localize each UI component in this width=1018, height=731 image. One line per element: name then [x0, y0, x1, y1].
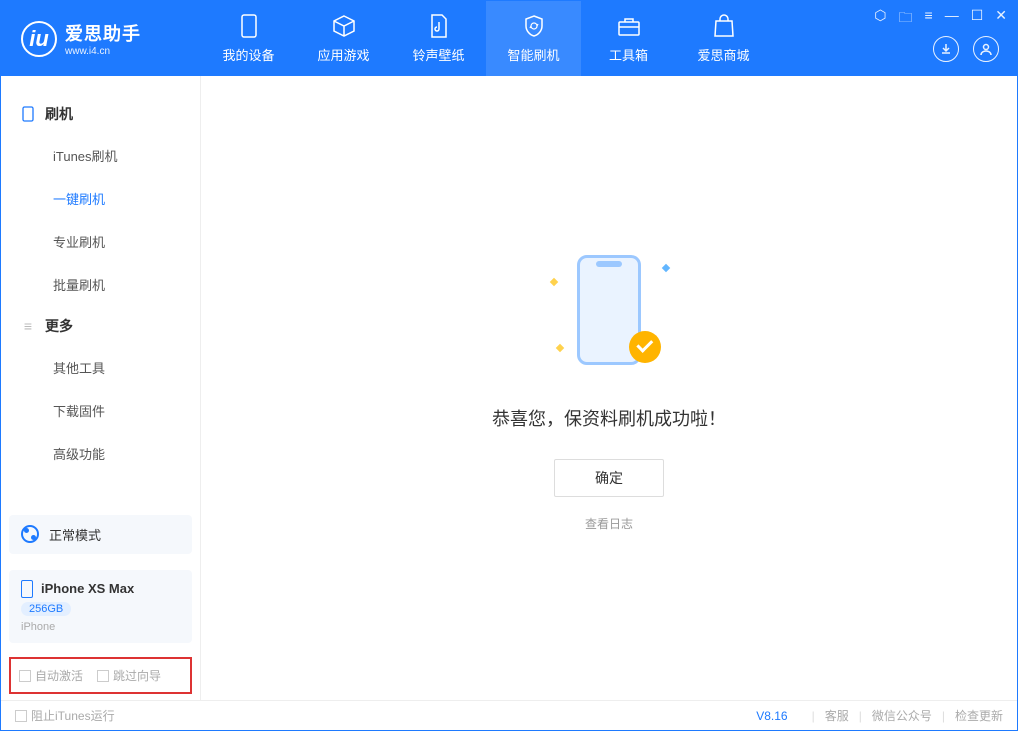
window-controls: ⬡ 🗀 ≡ — ☐ ✕ [874, 7, 1007, 31]
shield-sync-icon [521, 13, 547, 39]
header: iu 爱思助手 www.i4.cn 我的设备 应用游戏 铃声壁纸 智能刷机 工具… [1, 1, 1017, 76]
shirt-icon[interactable]: ⬡ [874, 7, 886, 31]
tab-label: 我的设备 [222, 45, 274, 64]
phone-icon [236, 13, 262, 39]
logo-icon: iu [21, 21, 57, 57]
check-badge-icon [629, 331, 661, 363]
toolbox-icon [616, 13, 642, 39]
tab-flash[interactable]: 智能刷机 [486, 1, 581, 76]
checkbox-label: 跳过向导 [113, 667, 161, 684]
mode-label: 正常模式 [49, 525, 101, 544]
sparkle-icon [556, 343, 564, 351]
checkbox-auto-activate[interactable]: 自动激活 [19, 667, 83, 684]
separator: | [942, 709, 945, 723]
minimize-button[interactable]: — [945, 7, 959, 31]
user-icon[interactable] [973, 36, 999, 62]
main-content: 恭喜您，保资料刷机成功啦！ 确定 查看日志 [201, 76, 1017, 700]
tab-label: 爱思商城 [697, 45, 749, 64]
mode-icon [21, 525, 39, 543]
sidebar-item-oneclick-flash[interactable]: 一键刷机 [1, 177, 200, 220]
separator: | [812, 709, 815, 723]
music-file-icon [426, 13, 452, 39]
sidebar-item-download-firmware[interactable]: 下载固件 [1, 389, 200, 432]
sidebar: 刷机 iTunes刷机 一键刷机 专业刷机 批量刷机 ≡ 更多 其他工具 下载固… [1, 76, 201, 700]
sidebar-item-itunes-flash[interactable]: iTunes刷机 [1, 134, 200, 177]
device-capacity: 256GB [21, 602, 71, 616]
view-log-link[interactable]: 查看日志 [585, 515, 633, 532]
checkbox-label: 自动激活 [35, 667, 83, 684]
sparkle-icon [662, 263, 670, 271]
success-message: 恭喜您，保资料刷机成功啦！ [492, 405, 726, 431]
checkbox-box [19, 670, 31, 682]
tab-my-device[interactable]: 我的设备 [201, 1, 296, 76]
tab-apps[interactable]: 应用游戏 [296, 1, 391, 76]
support-link[interactable]: 客服 [825, 707, 849, 724]
ok-button[interactable]: 确定 [554, 459, 664, 497]
body: 刷机 iTunes刷机 一键刷机 专业刷机 批量刷机 ≡ 更多 其他工具 下载固… [1, 76, 1017, 700]
app-name-en: www.i4.cn [65, 46, 141, 57]
tab-toolbox[interactable]: 工具箱 [581, 1, 676, 76]
app-name-cn: 爱思助手 [65, 20, 141, 46]
tab-label: 铃声壁纸 [412, 45, 464, 64]
list-icon: ≡ [21, 319, 35, 333]
success-illustration [539, 245, 679, 385]
bag-icon [711, 13, 737, 39]
sidebar-section-flash: 刷机 [1, 94, 200, 134]
options-row-highlighted: 自动激活 跳过向导 [9, 657, 192, 694]
device-name: iPhone XS Max [41, 581, 134, 596]
sidebar-item-batch-flash[interactable]: 批量刷机 [1, 263, 200, 306]
version-label: V8.16 [756, 709, 787, 723]
download-icon[interactable] [933, 36, 959, 62]
device-mode-panel[interactable]: 正常模式 [9, 515, 192, 554]
checkbox-box [15, 710, 27, 722]
checkbox-skip-guide[interactable]: 跳过向导 [97, 667, 161, 684]
lock-icon[interactable]: 🗀 [899, 7, 913, 31]
tab-store[interactable]: 爱思商城 [676, 1, 771, 76]
tab-label: 工具箱 [609, 45, 648, 64]
sidebar-section-more: ≡ 更多 [1, 306, 200, 346]
wechat-link[interactable]: 微信公众号 [872, 707, 932, 724]
tab-label: 智能刷机 [507, 45, 559, 64]
section-title: 刷机 [45, 104, 73, 124]
maximize-button[interactable]: ☐ [971, 7, 984, 31]
checkbox-label: 阻止iTunes运行 [31, 707, 115, 724]
nav-tabs: 我的设备 应用游戏 铃声壁纸 智能刷机 工具箱 爱思商城 [201, 1, 771, 76]
phone-small-icon [21, 107, 35, 121]
footer: 阻止iTunes运行 V8.16 | 客服 | 微信公众号 | 检查更新 [1, 700, 1017, 730]
checkbox-box [97, 670, 109, 682]
device-type: iPhone [21, 621, 180, 633]
sidebar-item-advanced[interactable]: 高级功能 [1, 432, 200, 475]
logo-text: 爱思助手 www.i4.cn [65, 20, 141, 57]
header-right-icons [933, 36, 999, 62]
check-update-link[interactable]: 检查更新 [955, 707, 1003, 724]
sidebar-item-pro-flash[interactable]: 专业刷机 [1, 220, 200, 263]
logo[interactable]: iu 爱思助手 www.i4.cn [1, 20, 201, 57]
device-phone-icon [21, 580, 33, 598]
section-title: 更多 [45, 316, 73, 336]
checkbox-block-itunes[interactable]: 阻止iTunes运行 [15, 707, 115, 724]
tab-label: 应用游戏 [317, 45, 369, 64]
separator: | [859, 709, 862, 723]
tab-ringtones[interactable]: 铃声壁纸 [391, 1, 486, 76]
close-button[interactable]: ✕ [995, 7, 1007, 31]
cube-icon [331, 13, 357, 39]
sparkle-icon [550, 277, 558, 285]
sidebar-item-other-tools[interactable]: 其他工具 [1, 346, 200, 389]
device-info-panel[interactable]: iPhone XS Max 256GB iPhone [9, 570, 192, 643]
menu-icon[interactable]: ≡ [925, 7, 933, 31]
